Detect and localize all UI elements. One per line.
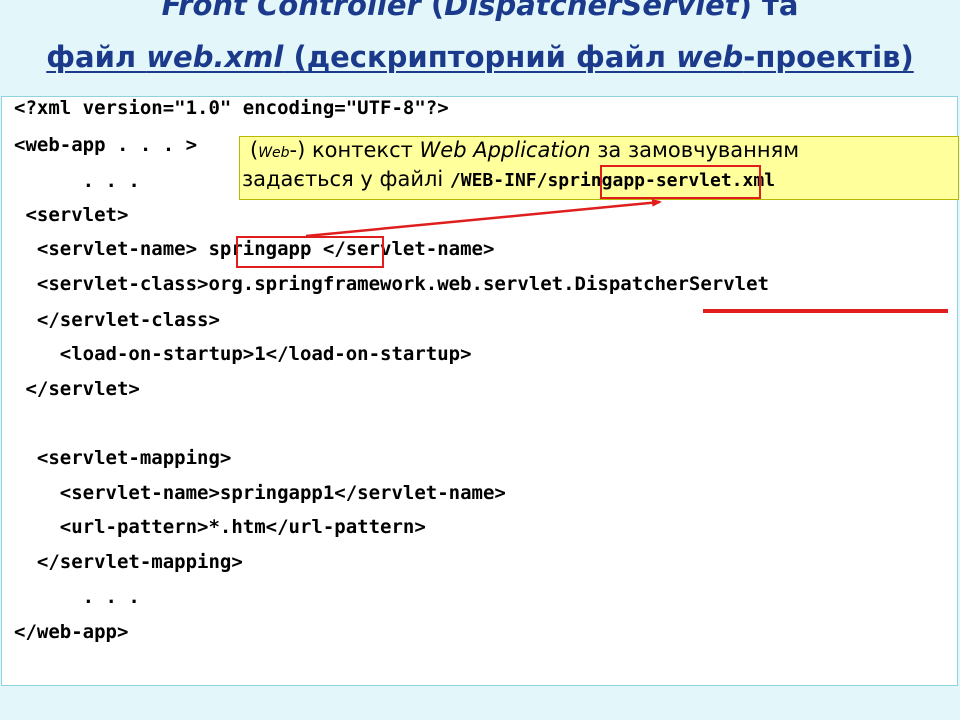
connector-arrow (305, 198, 662, 238)
connector-overlay (305, 198, 662, 238)
